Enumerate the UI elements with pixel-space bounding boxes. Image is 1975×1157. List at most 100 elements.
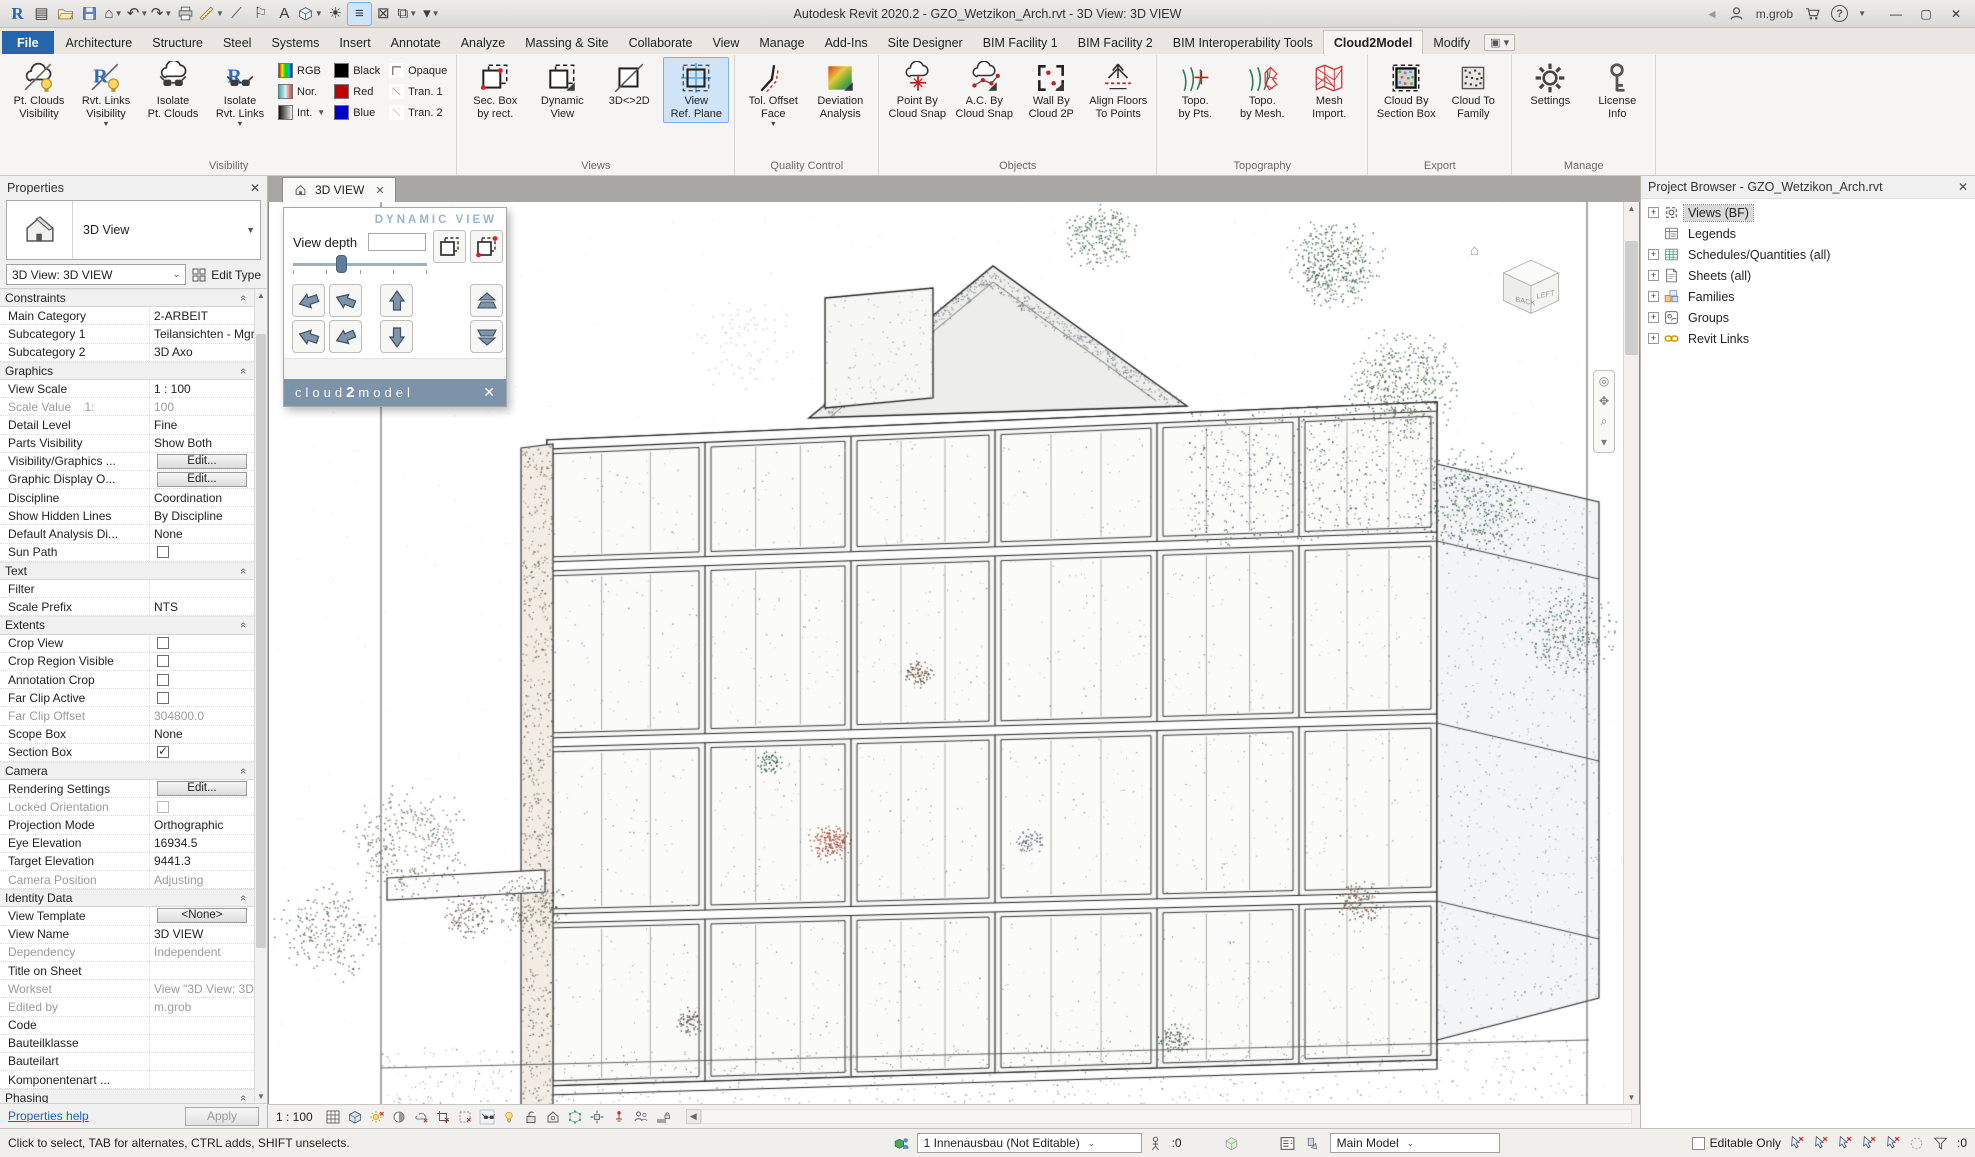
crop-view-checkbox[interactable]: [157, 637, 169, 649]
measure-icon[interactable]: ▼: [198, 3, 224, 25]
intensity-gradient-button[interactable]: Int.▼: [276, 103, 327, 122]
ribbon-tab-view[interactable]: View: [703, 31, 750, 54]
scroll-down-icon[interactable]: ▼: [1624, 1091, 1639, 1104]
property-value[interactable]: Edit...: [150, 472, 254, 487]
help-dropdown-icon[interactable]: ▼: [1858, 9, 1866, 18]
ribbon-tab-bim-interoperability-tools[interactable]: BIM Interoperability Tools: [1163, 31, 1323, 54]
align-floors-button[interactable]: Align FloorsTo Points: [1085, 57, 1151, 123]
open-file-icon[interactable]: [54, 3, 77, 25]
property-value[interactable]: Show Both: [150, 436, 254, 450]
ribbon-tab-massing-site[interactable]: Massing & Site: [515, 31, 618, 54]
sun-path-icon[interactable]: [368, 1107, 387, 1126]
rendering-settings-button[interactable]: Edit...: [157, 781, 247, 796]
section-extents[interactable]: Extents«: [0, 616, 254, 634]
tree-item-groups[interactable]: +Groups: [1645, 307, 1975, 328]
section-constraints[interactable]: Constraints«: [0, 289, 254, 307]
editing-requests-icon[interactable]: [1147, 1133, 1167, 1153]
ribbon-tab-add-ins[interactable]: Add-Ins: [815, 31, 878, 54]
scroll-up-icon[interactable]: ▲: [255, 289, 267, 302]
drawing-vertical-scrollbar[interactable]: ▲ ▼: [1623, 202, 1639, 1104]
maximize-button[interactable]: ▢: [1911, 2, 1941, 26]
redo-icon[interactable]: ↷▼: [150, 3, 173, 25]
property-value[interactable]: By Discipline: [150, 509, 254, 523]
collapse-section-icon[interactable]: «: [237, 768, 249, 774]
dropdown-icon[interactable]: ▼: [432, 10, 440, 18]
viewcube[interactable]: BACK LEFT: [1485, 238, 1577, 330]
visibility-graphics-button[interactable]: Edit...: [157, 454, 247, 469]
property-value[interactable]: None: [150, 527, 254, 541]
shadows-icon[interactable]: [390, 1107, 409, 1126]
property-value[interactable]: [150, 801, 254, 813]
expand-icon[interactable]: +: [1648, 291, 1659, 302]
view-ref-plane-button[interactable]: ViewRef. Plane: [663, 57, 729, 123]
view-type-select[interactable]: 3D View: 3D VIEW⌄: [6, 264, 186, 285]
app-store-cart-icon[interactable]: [1802, 4, 1822, 24]
apply-button[interactable]: Apply: [185, 1107, 259, 1126]
close-inactive-views-icon[interactable]: ⊠: [372, 3, 395, 25]
ribbon-tab-site-designer[interactable]: Site Designer: [878, 31, 973, 54]
property-value[interactable]: 9441.3: [150, 854, 254, 868]
section-camera[interactable]: Camera«: [0, 762, 254, 780]
unlocked-view-icon[interactable]: [522, 1107, 541, 1126]
visual-style-icon[interactable]: [346, 1107, 365, 1126]
print-icon[interactable]: [174, 3, 197, 25]
section-graphics[interactable]: Graphics«: [0, 362, 254, 380]
ribbon-tab-steel[interactable]: Steel: [213, 31, 262, 54]
selection-cycle-icon[interactable]: [1907, 1133, 1927, 1153]
property-value[interactable]: Fine: [150, 418, 254, 432]
aligned-dimension-icon[interactable]: ⟋: [225, 3, 248, 25]
property-value[interactable]: NTS: [150, 600, 254, 614]
dynamic-view-button[interactable]: DynamicView: [529, 57, 595, 123]
links-select-toggle-icon[interactable]: [1787, 1133, 1807, 1153]
filter-icon[interactable]: [1931, 1133, 1951, 1153]
tree-item-revit-links[interactable]: +Revit Links: [1645, 328, 1975, 349]
topo-by-mesh-button[interactable]: Topo.by Mesh.: [1229, 57, 1295, 123]
dropdown-icon[interactable]: ▼: [103, 121, 110, 128]
property-value[interactable]: 3D Axo: [150, 345, 254, 359]
expand-icon[interactable]: +: [1648, 270, 1659, 281]
ribbon-tab-analyze[interactable]: Analyze: [451, 31, 515, 54]
tree-item-sheets-all[interactable]: +Sheets (all): [1645, 265, 1975, 286]
save-icon[interactable]: [78, 3, 101, 25]
collapse-section-icon[interactable]: «: [237, 622, 249, 628]
cloud-to-family-button[interactable]: Cloud ToFamily: [1440, 57, 1506, 123]
property-value[interactable]: [150, 746, 254, 758]
move-left-front-button[interactable]: [329, 284, 362, 317]
property-value[interactable]: 100: [150, 400, 254, 414]
properties-help-link[interactable]: Properties help: [8, 1109, 89, 1123]
expand-icon[interactable]: +: [1648, 249, 1659, 260]
point-by-cloud-snap-button[interactable]: Point ByCloud Snap: [884, 57, 950, 123]
tree-item-schedules-quantities-all[interactable]: +Schedules/Quantities (all): [1645, 244, 1975, 265]
pinned-select-toggle-icon[interactable]: [1835, 1133, 1855, 1153]
properties-close-icon[interactable]: ✕: [250, 181, 260, 195]
crop-region-icon[interactable]: [456, 1107, 475, 1126]
navigation-bar[interactable]: ◎ ✥ ⌕ ▾: [1593, 370, 1615, 453]
scroll-up-icon[interactable]: ▲: [1624, 202, 1639, 215]
ribbon-tab-insert[interactable]: Insert: [329, 31, 380, 54]
analytical-model-icon[interactable]: [566, 1107, 585, 1126]
section-phasing[interactable]: Phasing«: [0, 1089, 254, 1103]
sign-in-icon[interactable]: [1727, 4, 1747, 24]
move-up-button[interactable]: [380, 284, 413, 317]
settings-gear-button[interactable]: Settings: [1517, 57, 1583, 110]
underlay-select-toggle-icon[interactable]: [1811, 1133, 1831, 1153]
collapse-section-icon[interactable]: «: [237, 295, 249, 301]
signed-in-user[interactable]: m.grob: [1756, 7, 1793, 21]
displacement-sets-icon[interactable]: [588, 1107, 607, 1126]
sync-with-central-icon[interactable]: ⌂▼: [102, 3, 125, 25]
collapse-section-icon[interactable]: «: [237, 1095, 249, 1101]
license-key-button[interactable]: LicenseInfo: [1584, 57, 1650, 123]
3d-2d-button[interactable]: 3D<>2D: [596, 57, 662, 110]
expand-icon[interactable]: +: [1648, 333, 1659, 344]
view-tab-3d-view[interactable]: 3D VIEW ✕: [282, 177, 396, 202]
property-value[interactable]: View "3D View: 3D ...: [150, 982, 254, 996]
cloud-by-section-box-button[interactable]: Cloud BySection Box: [1373, 57, 1439, 123]
locked-orientation-checkbox[interactable]: [157, 801, 169, 813]
worksharing-display-icon[interactable]: [632, 1107, 651, 1126]
move-right-front-button[interactable]: [329, 320, 362, 353]
pt-clouds-visibility-button[interactable]: Pt. CloudsVisibility: [6, 57, 72, 123]
design-option-select[interactable]: Main Model⌄: [1330, 1133, 1500, 1153]
pan-icon[interactable]: ✥: [1599, 394, 1609, 408]
far-clip-active-checkbox[interactable]: [157, 692, 169, 704]
section-box-checkbox[interactable]: [157, 746, 169, 758]
